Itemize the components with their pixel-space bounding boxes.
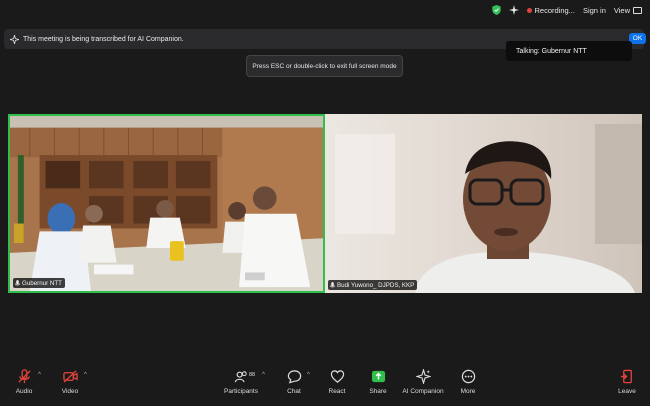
chat-options-caret-icon[interactable]: ^ [307, 372, 310, 378]
react-label: React [328, 388, 346, 395]
participants-count: 88 [249, 372, 256, 378]
participant-name: Gubernur NTT [22, 279, 62, 287]
react-button[interactable]: React [325, 362, 349, 406]
ai-sparkle-icon[interactable] [508, 5, 519, 15]
leave-button[interactable]: Leave [615, 362, 639, 406]
view-grid-icon [633, 6, 642, 14]
participant-name-chip: Budi Yuwono_ DJPDS, KKP [328, 280, 418, 290]
leave-door-icon [620, 369, 632, 384]
more-dots-icon [461, 369, 475, 384]
mic-muted-icon [17, 369, 31, 384]
recording-label: Recording... [534, 5, 575, 15]
view-label: View [613, 5, 630, 15]
chat-icon [287, 370, 301, 384]
video-button[interactable]: Video [58, 362, 82, 406]
share-screen-icon [371, 370, 385, 383]
meeting-room-video [10, 116, 323, 291]
video-label: Video [61, 388, 79, 395]
participants-button[interactable]: Participants [222, 362, 260, 406]
participant-video [325, 114, 642, 293]
participants-options-caret-icon[interactable]: ^ [262, 372, 265, 378]
heart-icon [330, 370, 344, 383]
sign-in-link[interactable]: Sign in [583, 6, 606, 15]
video-tile-gubernur[interactable]: Gubernur NTT [8, 114, 325, 293]
ai-sparkle-icon [10, 34, 19, 44]
ai-sparkle-icon [415, 369, 431, 384]
leave-label: Leave [618, 388, 636, 395]
recording-dot-icon [526, 7, 532, 13]
participant-name: Budi Yuwono_ DJPDS, KKP [337, 281, 415, 289]
recording-indicator[interactable]: Recording... [526, 5, 575, 15]
chat-label: Chat [287, 388, 301, 395]
video-options-caret-icon[interactable]: ^ [84, 372, 87, 378]
audio-options-caret-icon[interactable]: ^ [38, 372, 41, 378]
top-bar-right: Recording... Sign in View [491, 5, 642, 15]
fullscreen-tip: Press ESC or double-click to exit full s… [246, 55, 403, 77]
audio-button[interactable]: Audio [12, 362, 36, 406]
meeting-toolbar: Audio ^ Video ^ Participants 88 ^ Chat ^… [0, 362, 650, 406]
share-button[interactable]: Share [366, 362, 390, 406]
more-button[interactable]: More [456, 362, 480, 406]
participants-icon [234, 371, 247, 383]
share-label: Share [369, 388, 387, 395]
video-tile-budi[interactable]: Budi Yuwono_ DJPDS, KKP [325, 114, 642, 293]
mic-icon [330, 281, 335, 287]
ai-companion-label: AI Companion [402, 388, 444, 395]
transcript-banner-text: This meeting is being transcribed for AI… [23, 35, 184, 43]
talking-indicator: Talking: Gubernur NTT [506, 41, 632, 61]
audio-label: Audio [15, 388, 33, 395]
chat-button[interactable]: Chat [282, 362, 306, 406]
ai-companion-button[interactable]: AI Companion [402, 362, 444, 406]
camera-off-icon [62, 370, 78, 383]
participant-name-chip: Gubernur NTT [13, 278, 65, 288]
more-label: More [460, 388, 476, 395]
view-button[interactable]: View [614, 6, 642, 15]
top-bar: Recording... Sign in View [0, 0, 650, 24]
mic-icon [15, 279, 20, 285]
participants-label: Participants [224, 388, 258, 395]
shield-icon[interactable] [491, 5, 501, 15]
